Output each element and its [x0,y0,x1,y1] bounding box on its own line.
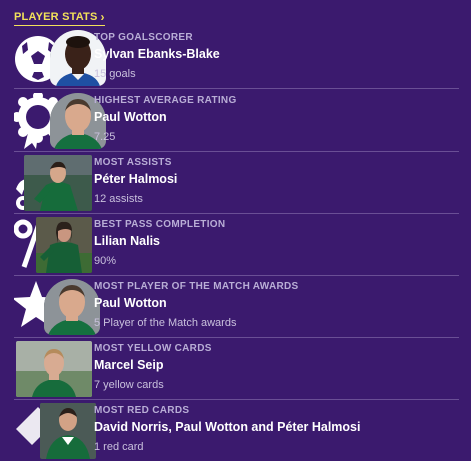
stat-value: 5 Player of the Match awards [94,317,237,329]
stat-value: 12 assists [94,193,143,205]
player-photo [40,403,96,459]
stat-row-top-goalscorer[interactable]: TOP GOALSCORER Sylvan Ebanks-Blake 15 go… [14,26,459,89]
stat-row-most-yellow-cards[interactable]: MOST YELLOW CARDS Marcel Seip 7 yellow c… [14,337,459,400]
stat-value: 7.25 [94,131,116,143]
stat-row-best-pass-completion[interactable]: BEST PASS COMPLETION Lilian Nalis 90% [14,213,459,276]
player-stats-title: PLAYER STATS [14,11,98,23]
player-stats-panel: PLAYER STATS › TOP GOALSCORER Sylvan Eba… [0,0,471,461]
player-name[interactable]: Sylvan Ebanks-Blake [94,47,454,61]
stat-row-most-potm-awards[interactable]: MOST PLAYER OF THE MATCH AWARDS Paul Wot… [14,275,459,338]
stat-label: TOP GOALSCORER [94,32,193,43]
player-photo [24,155,92,211]
stat-label: MOST PLAYER OF THE MATCH AWARDS [94,281,299,292]
player-name[interactable]: Lilian Nalis [94,234,454,248]
stat-label: BEST PASS COMPLETION [94,219,226,230]
stat-label: MOST RED CARDS [94,405,190,416]
stat-value: 15 goals [94,68,136,80]
stat-row-most-red-cards[interactable]: MOST RED CARDS David Norris, Paul Wotton… [14,399,459,461]
stat-label: HIGHEST AVERAGE RATING [94,95,237,106]
player-photo [16,341,92,397]
player-name[interactable]: Marcel Seip [94,358,454,372]
stat-row-most-assists[interactable]: MOST ASSISTS Péter Halmosi 12 assists [14,151,459,214]
player-stats-header-link[interactable]: PLAYER STATS › [14,9,105,26]
player-photo [36,217,92,273]
stat-value: 90% [94,255,117,267]
player-name[interactable]: David Norris, Paul Wotton and Péter Halm… [94,420,454,434]
player-name[interactable]: Paul Wotton [94,110,454,124]
stat-label: MOST YELLOW CARDS [94,343,212,354]
stat-value: 7 yellow cards [94,379,164,391]
stat-value: 1 red card [94,441,144,453]
player-name[interactable]: Paul Wotton [94,296,454,310]
player-photo [44,279,100,335]
player-name[interactable]: Péter Halmosi [94,172,454,186]
chevron-right-icon: › [100,10,105,24]
stat-label: MOST ASSISTS [94,157,172,168]
stat-row-highest-average-rating[interactable]: HIGHEST AVERAGE RATING Paul Wotton 7.25 [14,89,459,152]
